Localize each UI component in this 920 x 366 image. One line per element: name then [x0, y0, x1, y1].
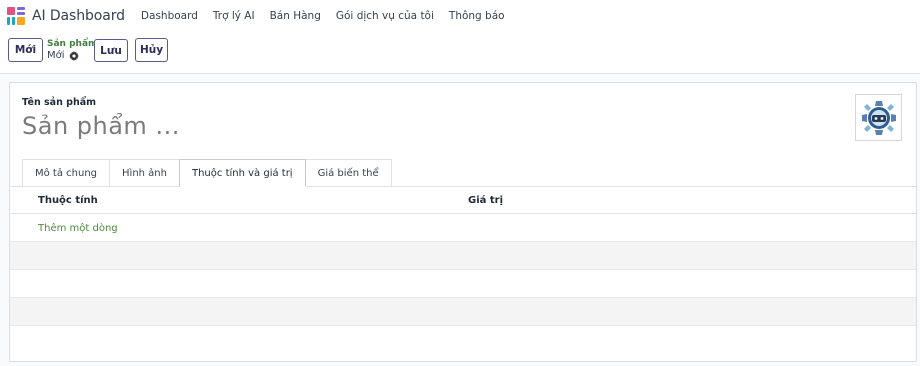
- column-header-attribute[interactable]: Thuộc tính: [38, 195, 98, 206]
- tab-images[interactable]: Hình ảnh: [109, 159, 180, 186]
- control-panel: Mới Sản phẩm Mới Lưu Hủy: [0, 32, 920, 74]
- attributes-table: Thuộc tính Giá trị Thêm một dòng: [10, 187, 916, 354]
- add-line-row: Thêm một dòng: [10, 214, 916, 242]
- form-sheet: Tên sản phẩm Sản phẩm ... Mô tả chung Hì…: [9, 82, 917, 362]
- apps-grid-icon[interactable]: [7, 7, 25, 25]
- nav-ai-assistant[interactable]: Trợ lý AI: [213, 10, 255, 22]
- add-line-link[interactable]: Thêm một dòng: [38, 223, 118, 234]
- product-name-input[interactable]: Sản phẩm ...: [22, 112, 180, 140]
- nav-dashboard[interactable]: Dashboard: [141, 10, 198, 22]
- breadcrumb-parent-link[interactable]: Sản phẩm: [47, 39, 97, 50]
- breadcrumb-current-label: Mới: [47, 50, 65, 61]
- discard-button[interactable]: Hủy: [135, 38, 168, 62]
- nav-sales[interactable]: Bán Hàng: [270, 10, 321, 22]
- product-image-field[interactable]: [855, 94, 902, 141]
- breadcrumb: Sản phẩm Mới: [47, 39, 97, 61]
- save-button[interactable]: Lưu: [94, 39, 128, 62]
- form-tabs: Mô tả chung Hình ảnh Thuộc tính và giá t…: [22, 159, 392, 187]
- top-navbar: AI Dashboard Dashboard Trợ lý AI Bán Hàn…: [0, 0, 920, 32]
- tab-attributes-values[interactable]: Thuộc tính và giá trị: [178, 159, 306, 187]
- table-row: [10, 270, 916, 298]
- tab-general-description[interactable]: Mô tả chung: [22, 159, 111, 186]
- column-header-value[interactable]: Giá trị: [468, 195, 503, 206]
- nav-notifications[interactable]: Thông báo: [449, 10, 505, 22]
- gear-icon[interactable]: [68, 50, 79, 61]
- new-button[interactable]: Mới: [8, 38, 43, 62]
- app-title[interactable]: AI Dashboard: [32, 8, 125, 24]
- robot-placeholder-icon: [861, 100, 896, 135]
- tab-variant-prices[interactable]: Giá biến thể: [304, 159, 392, 186]
- table-header: Thuộc tính Giá trị: [10, 187, 916, 214]
- table-row: [10, 326, 916, 354]
- breadcrumb-current: Mới: [47, 50, 97, 61]
- nav-my-service-plans[interactable]: Gói dịch vụ của tôi: [336, 10, 434, 22]
- table-row: [10, 298, 916, 326]
- table-row: [10, 242, 916, 270]
- product-name-label: Tên sản phẩm: [22, 97, 97, 108]
